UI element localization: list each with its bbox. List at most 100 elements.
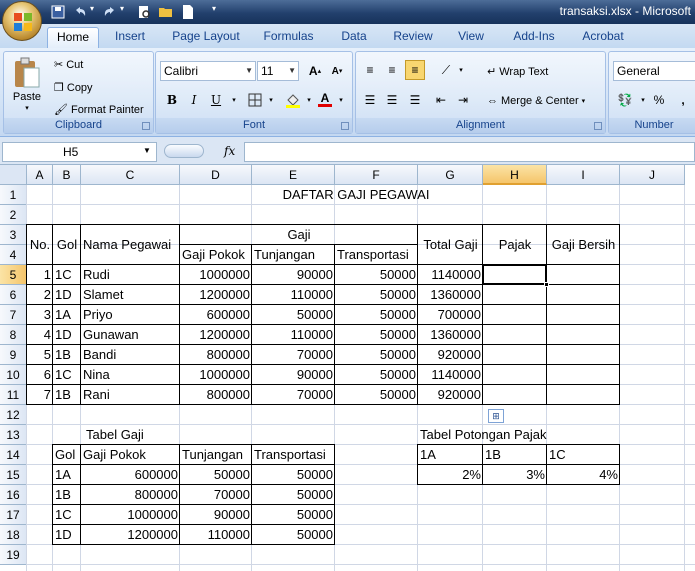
align-center-icon[interactable]: ☰ [382,90,402,110]
row-header-11[interactable]: 11 [0,385,27,405]
tab-formulas[interactable]: Formulas [257,27,320,48]
merge-dropdown-icon: ▾ [581,98,586,105]
customize-qat-icon[interactable]: ▾ [212,4,228,20]
row-header-12[interactable]: 12 [0,405,27,425]
column-header-j[interactable]: J [620,165,685,185]
font-name-value: Calibri [164,64,199,78]
accounting-format-icon[interactable]: 💱 [615,90,635,110]
align-bottom-icon[interactable]: ≡ [405,60,425,80]
new-icon[interactable] [180,4,196,20]
wrap-text-label: Wrap Text [499,65,549,78]
selected-cell[interactable] [482,264,547,285]
ribbon-tabs: Home Insert Page Layout Formulas Data Re… [0,24,695,48]
align-left-icon[interactable]: ☰ [360,90,380,110]
tabel-gaji-cell: 110000 [207,527,250,542]
tab-data[interactable]: Data [334,27,374,48]
row-header-9[interactable]: 9 [0,345,27,365]
row-header-10[interactable]: 10 [0,365,27,385]
number-format-combo[interactable]: General [613,61,695,81]
spreadsheet-grid[interactable]: ABCDEFGHIJ 1 2 3 4 5 6 7 8 9 10 11 12 13 14 15 16 17 18 19… [0,165,695,571]
row-header-16[interactable]: 16 [0,485,27,505]
italic-icon[interactable]: I [184,90,204,110]
save-icon[interactable] [50,4,66,20]
row-header-1[interactable]: 1 [0,185,27,205]
office-button[interactable] [2,1,42,41]
row-header-13[interactable]: 13 [0,425,27,445]
formula-input[interactable] [244,142,695,162]
column-header-d[interactable]: D [180,165,252,185]
auto-fill-options-icon[interactable]: ⊞ [488,409,504,423]
alignment-launcher-icon[interactable] [594,122,602,130]
redo-icon[interactable] [102,4,118,20]
tab-view[interactable]: View [452,27,490,48]
clipboard-launcher-icon[interactable] [142,122,150,130]
tab-acrobat[interactable]: Acrobat [577,27,629,48]
row-header-7[interactable]: 7 [0,305,27,325]
tab-home[interactable]: Home [47,27,99,48]
font-color-dropdown-icon[interactable]: ▾ [331,90,351,110]
tabel-gaji-cell: 50000 [213,467,250,482]
insert-function-icon[interactable]: fx [224,144,235,158]
font-size-combo[interactable]: 11 ▼ [257,61,299,81]
underline-icon[interactable]: U [206,90,226,110]
row-header-3[interactable]: 3 [0,225,27,245]
tab-page-layout[interactable]: Page Layout [166,27,246,48]
row-header-17[interactable]: 17 [0,505,27,525]
column-header-c[interactable]: C [81,165,180,185]
number-group-label: Number [609,118,695,133]
merge-center-button[interactable]: ⇔ Merge & Center ▾ [487,95,585,107]
grow-font-icon[interactable]: A ▴ [305,61,325,81]
open-icon[interactable] [158,4,174,20]
row-header-5[interactable]: 5 [0,265,27,285]
tab-insert[interactable]: Insert [107,27,153,48]
align-right-icon[interactable]: ☰ [405,90,425,110]
align-middle-icon[interactable]: ≡ [382,60,402,80]
name-box[interactable]: H5 [2,142,157,162]
borders-dropdown-icon[interactable]: ▾ [261,90,281,110]
orientation-dropdown-icon[interactable]: ▾ [451,60,471,80]
formula-bar-splitter[interactable] [164,144,204,158]
font-name-combo[interactable]: Calibri ▼ [160,61,256,81]
row-header-15[interactable]: 15 [0,465,27,485]
name-box-dropdown-icon[interactable]: ▼ [143,146,151,155]
font-launcher-icon[interactable] [341,122,349,130]
select-all-corner[interactable] [0,165,27,185]
decrease-indent-icon[interactable]: ⇤ [431,90,451,110]
underline-dropdown-icon[interactable]: ▾ [224,90,244,110]
comma-style-button[interactable]: , [673,90,693,110]
row-header-14[interactable]: 14 [0,445,27,465]
increase-indent-icon[interactable]: ⇥ [453,90,473,110]
border [546,444,547,485]
row-header-4[interactable]: 4 [0,245,27,265]
tabel-pajak-title: Tabel Potongan Pajak [420,427,547,442]
paste-button[interactable]: Paste ▾ [9,56,45,112]
format-painter-button[interactable]: 🖌 Format Painter [54,103,144,117]
column-header-g[interactable]: G [418,165,483,185]
row-header-2[interactable]: 2 [0,205,27,225]
undo-icon[interactable] [72,4,88,20]
column-header-b[interactable]: B [53,165,81,185]
border [52,224,53,405]
copy-button[interactable]: ❐ Copy [54,81,93,95]
tabel-gaji-cell: 50000 [296,527,333,542]
tab-add-ins[interactable]: Add-Ins [505,27,563,48]
column-header-h[interactable]: H [483,165,547,185]
percent-style-button[interactable]: % [649,90,669,110]
row-header-6[interactable]: 6 [0,285,27,305]
shrink-font-icon[interactable]: A ▾ [327,61,347,81]
tab-review[interactable]: Review [388,27,438,48]
fill-handle[interactable] [544,282,549,287]
row-header-8[interactable]: 8 [0,325,27,345]
column-header-a[interactable]: A [27,165,53,185]
redo-dropdown-icon[interactable]: ▾ [120,4,136,20]
cut-button[interactable]: ✂ Cut [54,58,83,72]
align-top-icon[interactable]: ≡ [360,60,380,80]
wrap-text-button[interactable]: ↵ Wrap Text [487,65,549,79]
column-header-e[interactable]: E [252,165,335,185]
column-header-i[interactable]: I [547,165,620,185]
column-header-f[interactable]: F [335,165,418,185]
row-header-18[interactable]: 18 [0,525,27,545]
row-header-19[interactable]: 19 [0,545,27,565]
print-preview-icon[interactable] [136,4,152,20]
bold-icon[interactable]: B [162,90,182,110]
